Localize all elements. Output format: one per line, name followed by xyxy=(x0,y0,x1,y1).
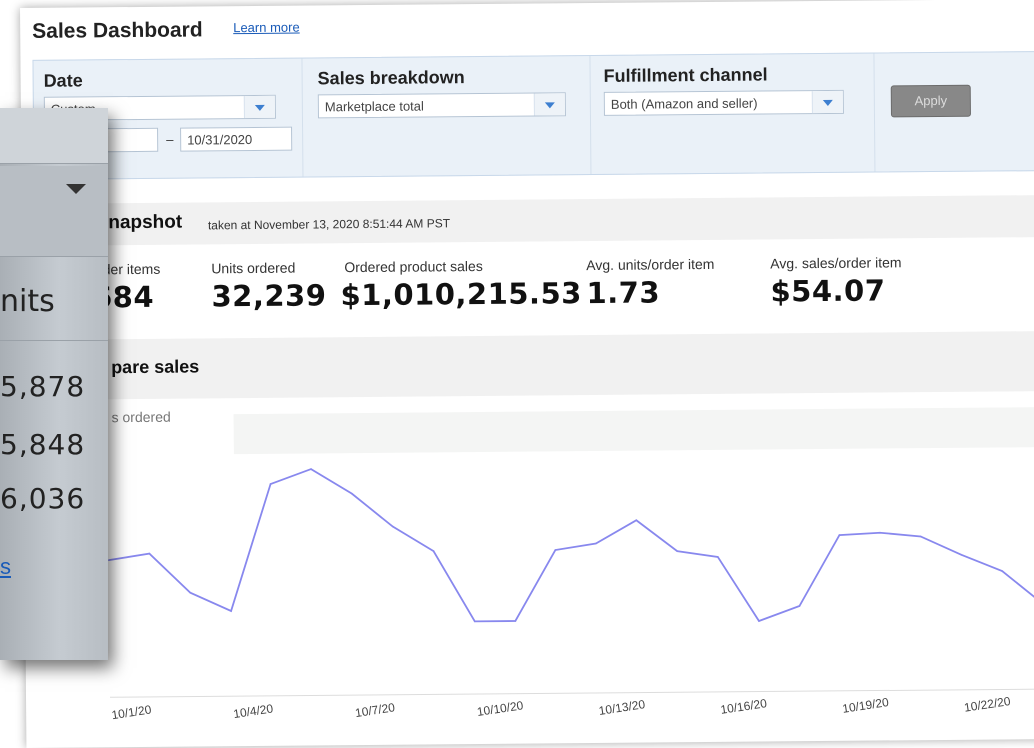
data-point-10/10/20 xyxy=(473,620,476,623)
data-point-10/22/20 xyxy=(960,554,963,556)
data-point-10/16/20 xyxy=(717,556,719,558)
data-point-10/1/20 xyxy=(108,559,110,561)
x-tick-label: 10/10/20 xyxy=(476,698,525,719)
chevron-down-icon xyxy=(66,184,86,194)
photo-value-2: 5,848 xyxy=(0,428,86,461)
photo-toolbar-band xyxy=(0,166,108,257)
data-point-10/14/20 xyxy=(635,519,638,522)
data-point-10/13/20 xyxy=(595,542,597,545)
photo-link[interactable]: s xyxy=(0,554,11,580)
units-ordered-chart: 10/1/20 10/4/20 10/7/20 10/10/20 10/13/20 10/… xyxy=(108,406,1034,722)
data-point-10/20/20 xyxy=(879,531,881,534)
sales-dashboard-card: Sales Dashboard Learn more Date Custom /… xyxy=(20,0,1034,748)
photo-value-3: 6,036 xyxy=(0,482,86,515)
data-point-10/21/20 xyxy=(919,535,922,538)
data-point-10/2/20 xyxy=(148,552,151,555)
data-point-10/6/20 xyxy=(310,468,312,470)
photo-overlay: nits 5,878 5,848 6,036 s xyxy=(0,108,108,660)
data-point-10/17/20 xyxy=(758,620,760,622)
photo-divider xyxy=(0,340,108,341)
photo-header-band xyxy=(0,108,108,164)
data-point-10/8/20 xyxy=(391,525,394,528)
data-point-10/11/20 xyxy=(514,620,517,622)
x-tick-label: 10/4/20 xyxy=(232,701,274,721)
data-point-10/7/20 xyxy=(351,492,353,495)
photo-value-1: 5,878 xyxy=(0,370,86,403)
x-tick-label: 10/19/20 xyxy=(841,695,890,716)
data-point-10/5/20 xyxy=(269,483,272,485)
x-tick-label: 10/16/20 xyxy=(720,696,769,717)
data-point-10/15/20 xyxy=(676,550,678,552)
data-point-10/18/20 xyxy=(798,605,801,607)
data-point-10/12/20 xyxy=(554,549,557,551)
units-ordered-line xyxy=(108,468,1034,623)
x-tick-label: 10/22/20 xyxy=(963,694,1012,715)
data-point-10/23/20 xyxy=(1001,570,1003,572)
chart-top-band xyxy=(233,406,1034,455)
photo-column-heading: nits xyxy=(0,284,55,319)
x-tick-label: 10/7/20 xyxy=(354,700,396,720)
data-point-10/9/20 xyxy=(432,550,435,552)
x-tick-label: 10/1/20 xyxy=(111,702,153,722)
data-point-10/3/20 xyxy=(189,591,192,594)
data-point-10/19/20 xyxy=(838,534,841,536)
data-point-10/4/20 xyxy=(230,610,232,612)
x-axis-line xyxy=(110,688,1034,698)
x-tick-label: 10/13/20 xyxy=(598,697,647,718)
